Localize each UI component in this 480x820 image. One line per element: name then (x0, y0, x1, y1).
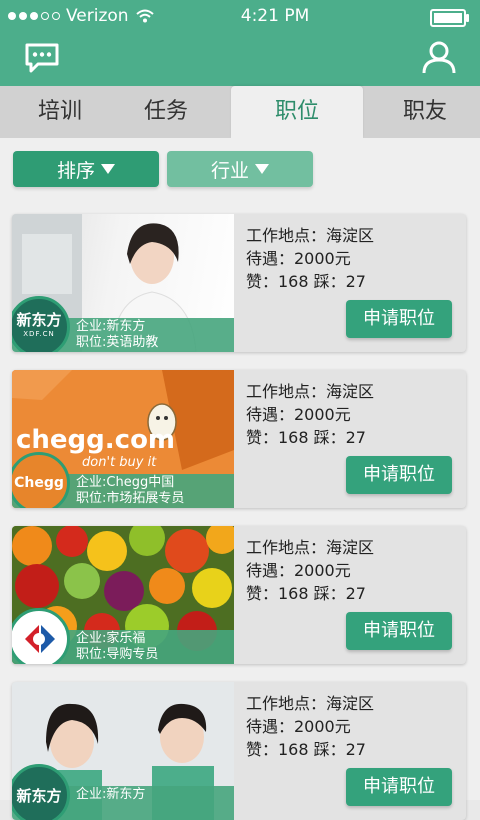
industry-label: 行业 (210, 159, 249, 182)
job-card[interactable]: 企业:家乐福 职位:导购专员 工作地点：海淀区 待遇：2000元 赞：168 踩… (12, 526, 466, 664)
votes-label: 赞：168 踩：27 (246, 428, 366, 447)
job-list[interactable]: 企业:新东方 职位:英语助教 新东方 XDF.CN 工作地点：海淀区 待遇：20… (0, 200, 480, 820)
photo-brand-text: chegg.com (16, 425, 175, 455)
location-label: 工作地点：海淀区 (246, 226, 375, 245)
status-bar: Verizon 4:21 PM (0, 0, 480, 32)
tab-friends[interactable]: 职友 (380, 86, 470, 138)
job-info: 工作地点：海淀区 待遇：2000元 赞：168 踩：27 (246, 692, 374, 761)
logo-text: 新东方 (16, 311, 62, 329)
company-label: 企业:新东方 (76, 319, 146, 334)
job-info: 工作地点：海淀区 待遇：2000元 赞：168 踩：27 (246, 380, 374, 449)
location-label: 工作地点：海淀区 (246, 694, 375, 713)
apply-button[interactable]: 申请职位 (346, 612, 452, 650)
job-info: 工作地点：海淀区 待遇：2000元 赞：168 踩：27 (246, 536, 374, 605)
salary-label: 待遇：2000元 (246, 405, 351, 424)
votes-label: 赞：168 踩：27 (246, 740, 366, 759)
job-card[interactable]: 企业:新东方 职位:英语助教 新东方 XDF.CN 工作地点：海淀区 待遇：20… (12, 214, 466, 352)
company-label: 企业:新东方 (76, 787, 146, 802)
tab-bar: 培训 任务 职位 职友 (0, 86, 480, 138)
user-icon[interactable] (422, 40, 456, 74)
salary-label: 待遇：2000元 (246, 561, 351, 580)
sort-button[interactable]: 排序 (13, 151, 159, 187)
filter-row: 排序 行业 (0, 138, 480, 200)
clock: 4:21 PM (240, 6, 310, 26)
position-label: 职位:导购专员 (76, 647, 159, 662)
job-card[interactable]: 企业:新东方 新东方 工作地点：海淀区 待遇：2000元 赞：168 踩：27 … (12, 682, 466, 820)
position-label: 职位:英语助教 (76, 335, 159, 350)
chevron-down-icon (255, 164, 269, 174)
chat-icon[interactable] (24, 42, 60, 74)
votes-label: 赞：168 踩：27 (246, 584, 366, 603)
location-label: 工作地点：海淀区 (246, 538, 375, 557)
chevron-down-icon (101, 164, 115, 174)
logo-text: 新东方 (16, 786, 62, 805)
apply-button[interactable]: 申请职位 (346, 768, 452, 806)
industry-button[interactable]: 行业 (167, 151, 313, 187)
job-card[interactable]: chegg.com don't buy it 企业:Chegg中国 职位:市场拓… (12, 370, 466, 508)
company-label: 企业:家乐福 (76, 631, 146, 646)
job-info: 工作地点：海淀区 待遇：2000元 赞：168 踩：27 (246, 224, 374, 293)
apply-button[interactable]: 申请职位 (346, 456, 452, 494)
photo-tagline: don't buy it (82, 455, 157, 470)
tab-training[interactable]: 培训 (12, 86, 108, 138)
battery-icon (430, 9, 469, 27)
top-bar: Verizon 4:21 PM (0, 0, 480, 86)
company-label: 企业:Chegg中国 (76, 475, 175, 490)
location-label: 工作地点：海淀区 (246, 382, 375, 401)
salary-label: 待遇：2000元 (246, 717, 351, 736)
sort-label: 排序 (56, 159, 95, 182)
votes-label: 赞：168 踩：27 (246, 272, 366, 291)
position-label: 职位:市场拓展专员 (76, 491, 185, 506)
tab-positions[interactable]: 职位 (231, 86, 363, 138)
logo-text: Chegg (14, 475, 64, 491)
apply-button[interactable]: 申请职位 (346, 300, 452, 338)
logo-subtext: XDF.CN (23, 330, 55, 338)
salary-label: 待遇：2000元 (246, 249, 351, 268)
tab-tasks[interactable]: 任务 (118, 86, 214, 138)
